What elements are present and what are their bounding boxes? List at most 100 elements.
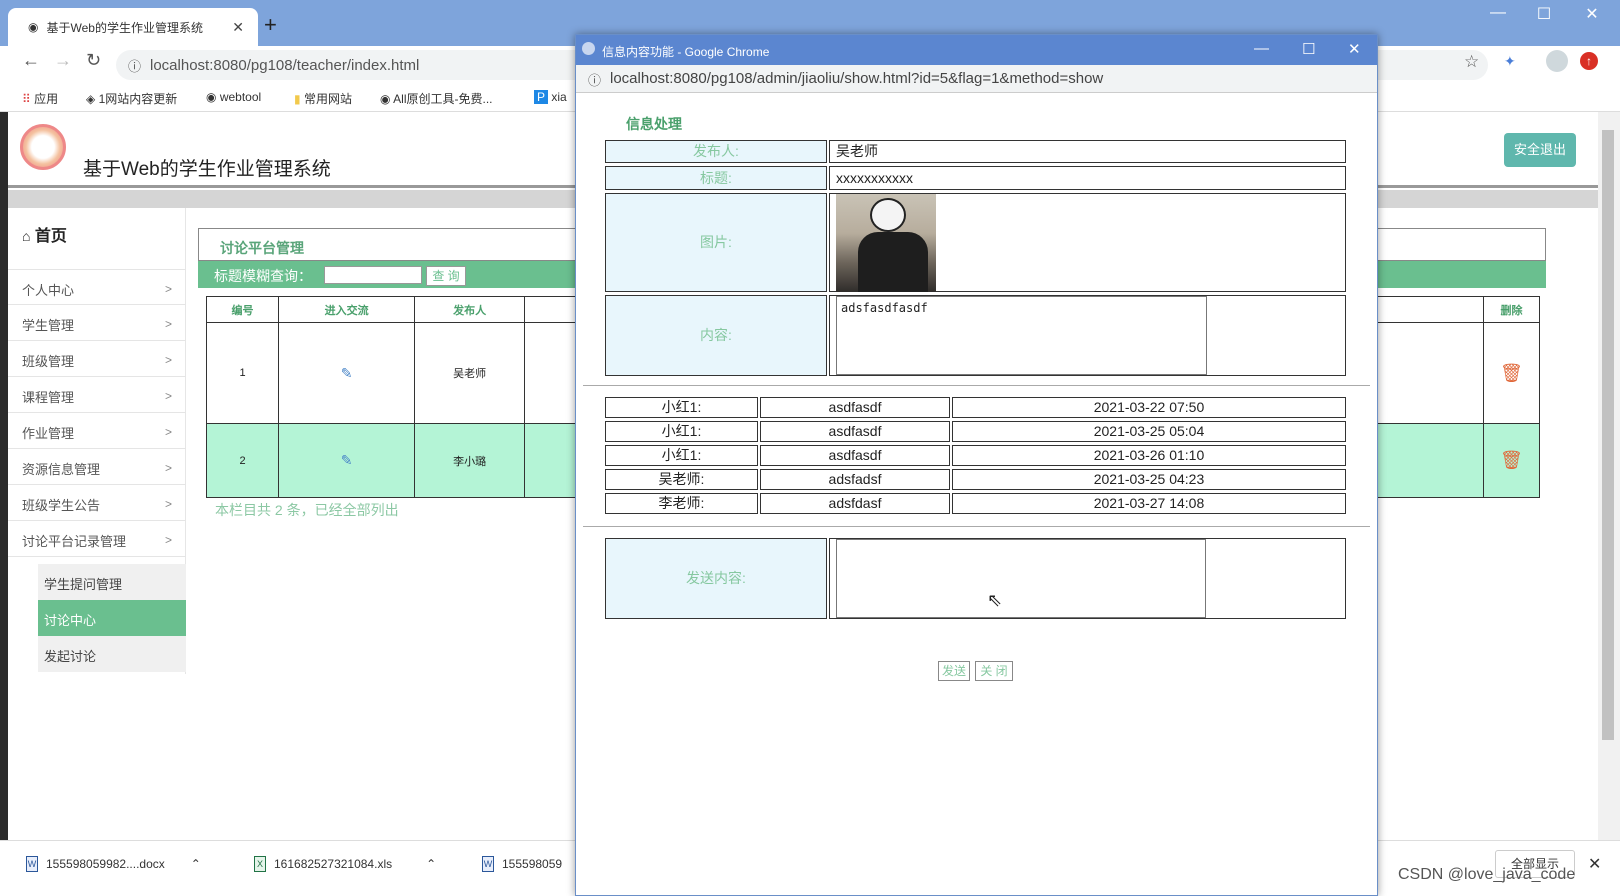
info-icon: ⓘ <box>588 73 602 88</box>
sidebar-item-students[interactable]: 学生管理 > <box>8 305 186 341</box>
message-text: adsfdasf <box>760 493 950 514</box>
popup-titlebar: 信息内容功能 - Google Chrome — ☐ ✕ <box>576 35 1377 65</box>
popup-title: 信息内容功能 - Google Chrome <box>602 45 770 59</box>
download-item[interactable]: X 161682527321084.xls ⌃ <box>254 856 436 872</box>
popup-address-bar[interactable]: ⓘ localhost:8080/pg108/admin/jiaoliu/sho… <box>576 65 1377 93</box>
sidebar-item-personal[interactable]: 个人中心 > <box>8 269 186 305</box>
post-image-figure <box>858 232 928 292</box>
bookmark-item[interactable]: ◉ webtool <box>206 90 261 104</box>
globe-icon: ◉ <box>28 20 39 34</box>
popup-heading: 信息处理 <box>626 116 682 132</box>
home-icon: ⌂ <box>22 228 31 244</box>
edit-icon[interactable]: ✎ <box>341 365 353 381</box>
word-file-icon: W <box>482 856 494 872</box>
download-item[interactable]: W 155598059 <box>482 856 562 872</box>
avatar[interactable] <box>1546 50 1568 72</box>
sidebar-item-discussion[interactable]: 讨论平台记录管理 > <box>8 521 186 557</box>
minimize-icon[interactable]: — <box>1478 4 1518 22</box>
sidebar-item-courses[interactable]: 课程管理 > <box>8 377 186 413</box>
message-text: asdfasdf <box>760 445 950 466</box>
enter-cell: ✎ <box>278 423 416 498</box>
back-icon[interactable]: ← <box>22 50 40 71</box>
trash-icon[interactable]: 🗑 <box>1500 450 1523 470</box>
folder-icon: ▮ <box>294 92 301 106</box>
bookmark-item[interactable]: ◈ 1网站内容更新 <box>86 90 177 107</box>
close-icon[interactable]: ✕ <box>1348 40 1361 58</box>
sidebar-subitem-discussion-center[interactable]: 讨论中心 <box>38 600 186 636</box>
word-file-icon: W <box>26 856 38 872</box>
col-enter: 进入交流 <box>278 296 416 323</box>
star-icon[interactable]: ☆ <box>1464 52 1479 72</box>
globe-icon: ◉ <box>206 90 217 104</box>
site-logo <box>20 124 66 170</box>
sidebar-item-classes[interactable]: 班级管理 > <box>8 341 186 377</box>
col-publisher: 发布人 <box>414 296 526 323</box>
sidebar-item-announcements[interactable]: 班级学生公告 > <box>8 485 186 521</box>
chevron-right-icon: > <box>164 461 172 475</box>
sidebar-subitem-start-discussion[interactable]: 发起讨论 <box>38 636 186 672</box>
watermark: CSDN @love_java_code <box>1398 866 1576 883</box>
minimize-icon[interactable]: — <box>1254 40 1269 57</box>
bookmark-folder[interactable]: ▮ 常用网站 <box>294 90 352 107</box>
bookmark-item[interactable]: ◉ All原创工具-免费... <box>380 90 493 107</box>
apps-grid-icon: ⠿ <box>22 92 31 106</box>
close-downloads-icon[interactable]: ✕ <box>1588 854 1601 874</box>
trash-icon[interactable]: 🗑 <box>1500 363 1523 383</box>
maximize-icon[interactable]: ☐ <box>1302 40 1315 58</box>
message-time: 2021-03-25 04:23 <box>952 469 1346 490</box>
send-button[interactable]: 发送 <box>938 661 970 681</box>
edit-icon[interactable]: ✎ <box>341 452 353 468</box>
scroll-thumb[interactable] <box>1602 130 1614 740</box>
mouse-cursor-icon: ⇖ <box>987 590 1003 610</box>
send-textarea[interactable] <box>836 539 1206 618</box>
search-button[interactable]: 查 询 <box>426 266 466 286</box>
logout-button[interactable]: 安全退出 <box>1504 133 1576 167</box>
update-icon[interactable]: ↑ <box>1580 52 1598 70</box>
sidebar-home[interactable]: ⌂ 首页 <box>22 222 67 246</box>
download-item[interactable]: W 155598059982....docx ⌃ <box>26 856 201 872</box>
new-tab-button[interactable]: + <box>264 12 277 38</box>
content-textarea[interactable]: adsfasdfasdf <box>836 296 1207 375</box>
delete-cell: 🗑 <box>1482 423 1541 498</box>
chevron-up-icon[interactable]: ⌃ <box>426 857 436 871</box>
chevron-right-icon: > <box>164 497 172 511</box>
reload-icon[interactable]: ↻ <box>86 50 101 71</box>
image-label: 图片: <box>605 193 827 292</box>
row-publisher: 李小璐 <box>414 423 526 498</box>
chevron-right-icon: > <box>164 425 172 439</box>
close-tab-icon[interactable]: ✕ <box>232 19 244 36</box>
message-user: 李老师: <box>605 493 758 514</box>
sidebar-item-resources[interactable]: 资源信息管理 > <box>8 449 186 485</box>
chevron-right-icon: > <box>164 282 172 296</box>
chevron-right-icon: > <box>164 389 172 403</box>
enter-cell: ✎ <box>278 322 416 424</box>
col-delete: 删除 <box>1482 296 1541 323</box>
tab-title: 基于Web的学生作业管理系统 <box>46 20 203 35</box>
sidebar-item-homework[interactable]: 作业管理 > <box>8 413 186 449</box>
post-image-head <box>870 198 906 232</box>
close-window-icon[interactable]: ✕ <box>1572 4 1612 24</box>
message-user: 吴老师: <box>605 469 758 490</box>
address-url: localhost:8080/pg108/teacher/index.html <box>150 57 420 74</box>
browser-tab[interactable]: ◉ 基于Web的学生作业管理系统 ✕ <box>8 8 258 46</box>
p-icon: P <box>534 90 549 104</box>
search-input[interactable] <box>324 266 422 284</box>
title-label: 标题: <box>605 166 827 190</box>
delete-cell: 🗑 <box>1482 322 1541 424</box>
info-icon: ⓘ <box>128 59 142 74</box>
content-label: 内容: <box>605 295 827 376</box>
maximize-icon[interactable]: ☐ <box>1524 4 1564 24</box>
chevron-right-icon: > <box>164 353 172 367</box>
chevron-up-icon[interactable]: ⌃ <box>191 857 201 871</box>
forward-icon[interactable]: → <box>54 50 72 71</box>
excel-file-icon: X <box>254 856 266 872</box>
bookmark-apps[interactable]: ⠿ 应用 <box>22 90 58 107</box>
divider <box>583 385 1370 386</box>
close-button[interactable]: 关 闭 <box>975 661 1013 681</box>
extension-icon[interactable]: ✦ <box>1504 53 1516 70</box>
chevron-right-icon: > <box>164 533 172 547</box>
message-text: adsfadsf <box>760 469 950 490</box>
sidebar-subitem-questions[interactable]: 学生提问管理 <box>38 564 186 600</box>
send-label: 发送内容: <box>605 538 827 619</box>
bookmark-item[interactable]: P xia <box>534 90 567 104</box>
